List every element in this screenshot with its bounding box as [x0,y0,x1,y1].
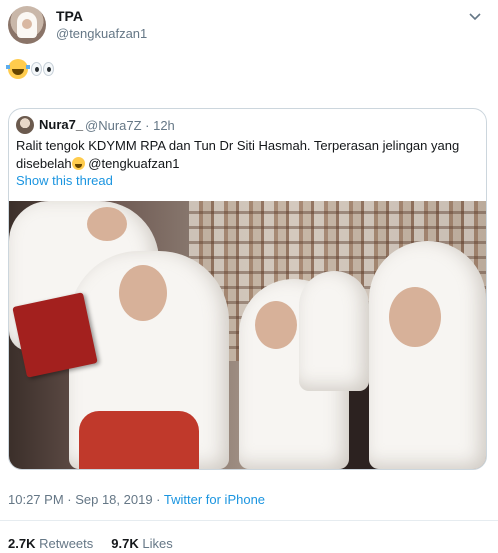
quoted-photo[interactable] [9,201,486,469]
tweet-time[interactable]: 10:27 PM · Sep 18, 2019 · [8,492,164,507]
book-image [12,292,98,378]
author-name[interactable]: TPA [56,8,83,24]
tweet-source-link[interactable]: Twitter for iPhone [164,492,265,507]
quoted-tweet[interactable]: Nura7_ @Nura7Z · 12h Ralit tengok KDYMM … [8,108,487,470]
eyes-emoji-icon [30,61,56,77]
quoted-author-avatar[interactable] [16,116,34,134]
divider [0,520,498,521]
tweet-header: TPA @tengkuafzan1 [0,0,498,50]
retweets-count: 2.7K [8,536,36,551]
author-handle[interactable]: @tengkuafzan1 [56,26,147,41]
quoted-author-handle: @Nura7Z · 12h [85,118,175,133]
show-thread-link[interactable]: Show this thread [16,173,113,188]
author-avatar[interactable] [8,6,46,44]
laughing-emoji-icon [71,157,85,170]
tweet-timestamp: 10:27 PM · Sep 18, 2019 · Twitter for iP… [8,492,265,507]
likes-count: 9.7K [111,536,139,551]
likes-stat[interactable]: 9.7K Likes [111,536,172,551]
quoted-text-line1: Ralit tengok KDYMM RPA dan Tun Dr Siti H… [16,138,460,153]
quoted-mention[interactable]: @tengkuafzan1 [85,156,179,171]
likes-label: Likes [138,536,173,551]
tweet-text [6,56,56,80]
retweets-stat[interactable]: 2.7K Retweets [8,536,93,551]
quoted-author-name[interactable]: Nura7_ [39,117,83,132]
retweets-label: Retweets [35,536,94,551]
chevron-down-icon[interactable] [466,8,484,26]
tweet-stats: 2.7K Retweets 9.7K Likes [8,536,173,551]
quoted-tweet-text: Ralit tengok KDYMM RPA dan Tun Dr Siti H… [16,137,476,173]
laughing-emoji-icon [6,59,30,80]
quoted-text-line2: disebelah [16,156,72,171]
